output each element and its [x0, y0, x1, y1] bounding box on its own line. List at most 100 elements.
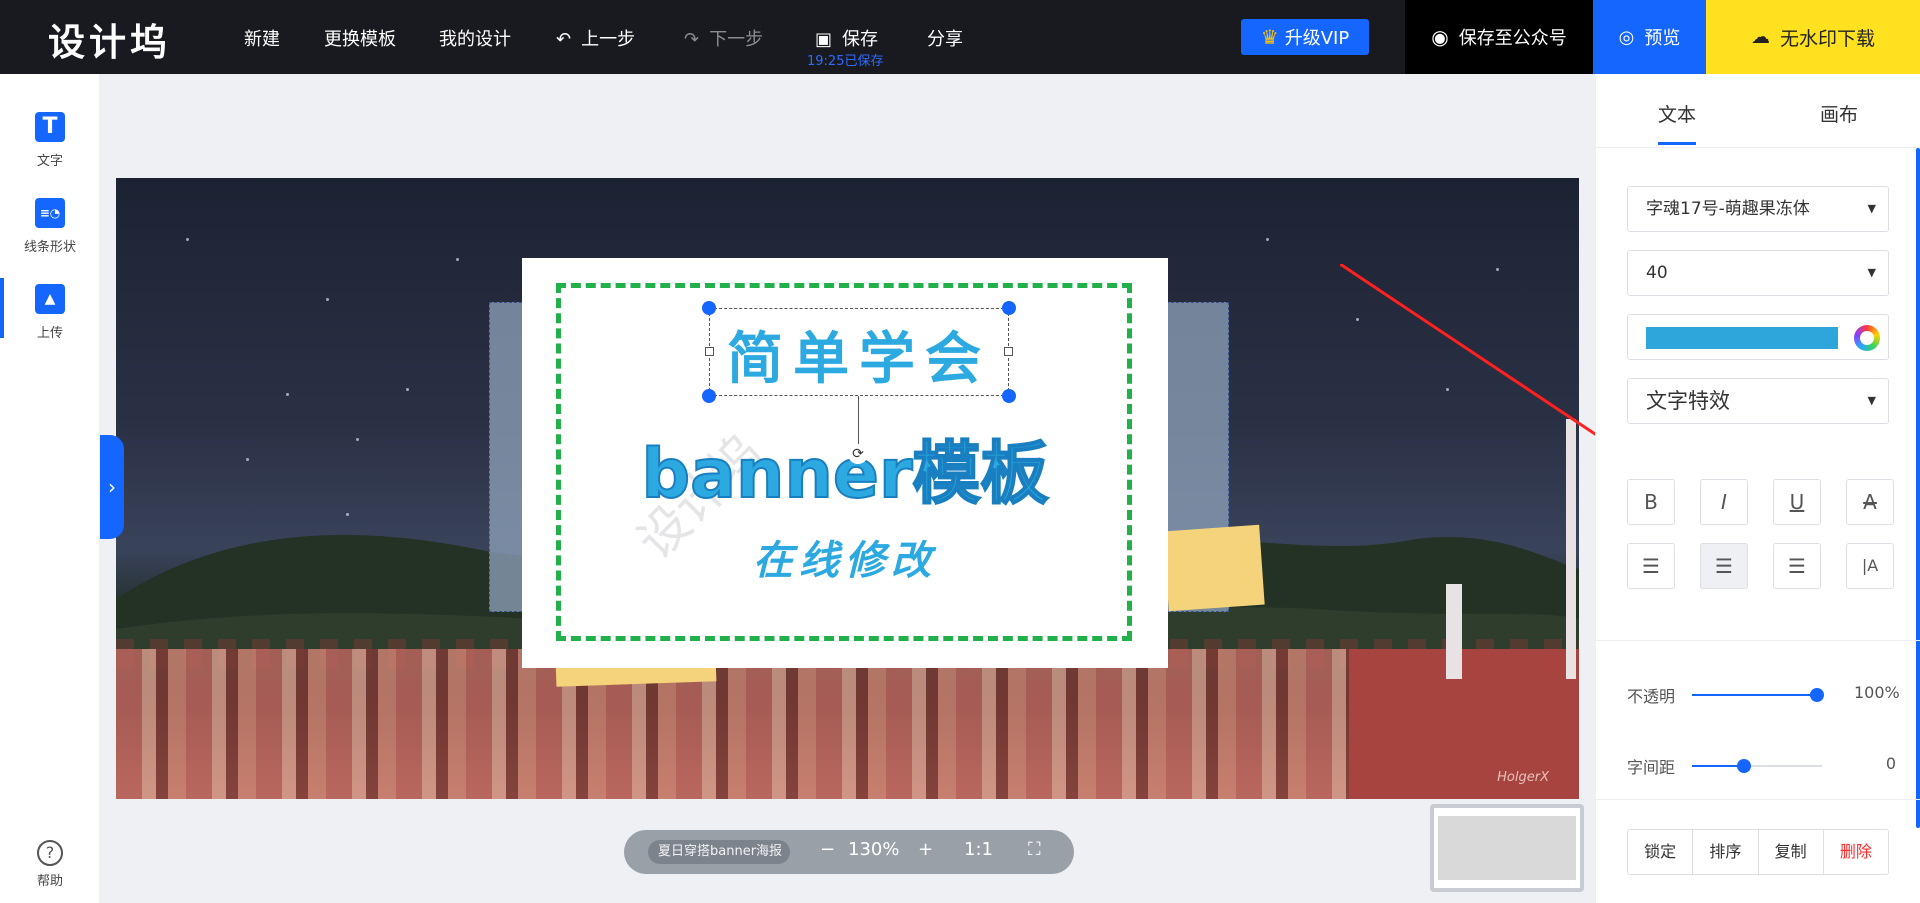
panel-scrollbar[interactable]: [1916, 148, 1920, 828]
undo-label: 上一步: [581, 29, 636, 50]
design-canvas[interactable]: HolgerX 设计坞 简单学会 banner模板 ⟳ 在线修改: [116, 178, 1579, 799]
align-left-button[interactable]: ☰: [1627, 543, 1675, 589]
minimap[interactable]: [1430, 804, 1584, 892]
slider-thumb[interactable]: [1737, 759, 1751, 773]
download-label: 无水印下载: [1779, 27, 1875, 50]
font-size-value: 40: [1646, 263, 1668, 283]
strikethrough-button[interactable]: A: [1846, 479, 1894, 525]
my-designs-button[interactable]: 我的设计: [439, 25, 511, 51]
color-swatch[interactable]: [1646, 327, 1838, 349]
chevron-down-icon: ▼: [1867, 202, 1876, 215]
save-wechat-button[interactable]: ◉ 保存至公众号: [1405, 0, 1593, 74]
resize-handle[interactable]: [1002, 301, 1016, 315]
color-picker-icon[interactable]: [1854, 325, 1880, 351]
sidebar-item-upload[interactable]: ▲ 上传: [0, 278, 100, 341]
wechat-icon: ◉: [1431, 25, 1449, 49]
letter-spacing-slider[interactable]: [1692, 759, 1822, 773]
text-icon: T: [35, 112, 65, 142]
sidebar-item-text[interactable]: T 文字: [0, 112, 100, 169]
eye-icon: ◎: [1618, 26, 1635, 48]
delete-button[interactable]: 删除: [1824, 830, 1888, 874]
resize-handle[interactable]: [702, 389, 716, 403]
vip-label: 升级VIP: [1284, 28, 1350, 49]
save-wechat-label: 保存至公众号: [1458, 28, 1567, 49]
vertical-text-icon: |A: [1861, 556, 1879, 575]
rotate-icon[interactable]: ⟳: [848, 444, 868, 464]
zoom-level[interactable]: 130%: [848, 839, 899, 860]
white-card[interactable]: 设计坞 简单学会 banner模板 ⟳ 在线修改: [522, 258, 1168, 668]
help-button[interactable]: ? 帮助: [0, 840, 100, 889]
bold-button[interactable]: B: [1627, 479, 1675, 525]
saved-status: 19:25已保存: [807, 54, 884, 69]
slider-thumb[interactable]: [1810, 688, 1824, 702]
font-family-value: 字魂17号-萌趣果冻体: [1646, 199, 1810, 219]
selection-box[interactable]: [702, 301, 1016, 403]
banner-text[interactable]: banner模板: [622, 418, 1068, 517]
sidebar-item-label: 线条形状: [23, 240, 76, 255]
align-right-icon: ☰: [1788, 554, 1806, 578]
change-template-button[interactable]: 更换模板: [324, 25, 396, 51]
redo-icon: ↷: [684, 29, 700, 50]
font-size-select[interactable]: 40 ▼: [1627, 250, 1889, 296]
tab-text[interactable]: 文本: [1658, 100, 1697, 145]
lock-button[interactable]: 锁定: [1628, 830, 1694, 874]
text-effect-value: 文字特效: [1646, 389, 1730, 413]
upgrade-vip-button[interactable]: ♛ 升级VIP: [1241, 19, 1369, 55]
text-effect-select[interactable]: 文字特效 ▼: [1627, 378, 1889, 424]
actual-size-button[interactable]: 1:1: [964, 839, 993, 860]
opacity-slider[interactable]: [1692, 688, 1824, 702]
undo-button[interactable]: ↶ 上一步: [556, 25, 635, 51]
save-button[interactable]: ▣ 保存: [815, 25, 878, 51]
italic-button[interactable]: I: [1700, 479, 1748, 525]
cloud-download-icon: ☁: [1750, 26, 1770, 48]
align-center-button[interactable]: ☰: [1700, 543, 1748, 589]
resize-handle[interactable]: [1002, 389, 1016, 403]
chevron-right-icon: ›: [108, 475, 116, 499]
side-handle[interactable]: [705, 347, 714, 356]
download-button[interactable]: ☁ 无水印下载: [1706, 0, 1920, 74]
element-actions: 锁定 排序 复制 删除: [1627, 829, 1889, 875]
font-family-select[interactable]: 字魂17号-萌趣果冻体 ▼: [1627, 186, 1889, 232]
letter-spacing-value: 0: [1885, 754, 1896, 773]
share-button[interactable]: 分享: [927, 25, 963, 51]
photo-signature: HolgerX: [1497, 770, 1549, 785]
new-button[interactable]: 新建: [244, 25, 280, 51]
redo-button[interactable]: ↷ 下一步: [684, 25, 763, 51]
side-handle[interactable]: [1004, 347, 1013, 356]
subtitle-text[interactable]: 在线修改: [672, 528, 1018, 586]
preview-label: 预览: [1644, 28, 1681, 49]
text-color-field[interactable]: [1627, 314, 1889, 360]
app-logo[interactable]: 设计坞: [48, 12, 171, 66]
duplicate-button[interactable]: 复制: [1759, 830, 1824, 874]
order-button[interactable]: 排序: [1693, 830, 1759, 874]
help-label: 帮助: [36, 874, 63, 889]
left-sidebar: T 文字 ≡◔ 线条形状 ▲ 上传 ? 帮助: [0, 74, 100, 903]
redo-label: 下一步: [709, 29, 764, 50]
sidebar-item-shapes[interactable]: ≡◔ 线条形状: [0, 198, 100, 255]
resize-handle[interactable]: [702, 301, 716, 315]
top-bar: 设计坞 新建 更换模板 我的设计 ↶ 上一步 ↷ 下一步 ▣ 保存 19:25已保存 …: [0, 0, 1920, 74]
vertical-text-button[interactable]: |A: [1846, 543, 1894, 589]
fit-screen-icon[interactable]: ⛶: [1028, 839, 1041, 860]
tab-canvas[interactable]: 画布: [1820, 100, 1858, 127]
opacity-value: 100%: [1854, 683, 1900, 702]
align-right-button[interactable]: ☰: [1773, 543, 1821, 589]
align-left-icon: ☰: [1642, 554, 1660, 578]
document-name[interactable]: 夏日穿搭banner海报: [648, 840, 790, 864]
properties-panel: 文本 画布 字魂17号-萌趣果冻体 ▼ 40 ▼ 文字特效 ▼ B I U A …: [1595, 74, 1920, 903]
zoom-out-button[interactable]: −: [820, 839, 835, 860]
preview-button[interactable]: ◎ 预览: [1593, 0, 1706, 74]
upload-icon: ▲: [35, 284, 65, 314]
save-icon: ▣: [815, 29, 833, 50]
collapse-panel-button[interactable]: ›: [100, 435, 124, 539]
zoom-in-button[interactable]: +: [918, 839, 933, 860]
opacity-label: 不透明: [1627, 687, 1676, 706]
sidebar-item-label: 上传: [36, 326, 63, 341]
save-label: 保存: [842, 29, 879, 50]
letter-spacing-label: 字间距: [1627, 758, 1676, 777]
shapes-icon: ≡◔: [35, 198, 65, 228]
sidebar-item-label: 文字: [36, 154, 63, 169]
workspace: HolgerX 设计坞 简单学会 banner模板 ⟳ 在线修改 夏日穿搭ban…: [100, 74, 1700, 903]
underline-button[interactable]: U: [1773, 479, 1821, 525]
yellow-sticky-note[interactable]: [1163, 524, 1265, 612]
